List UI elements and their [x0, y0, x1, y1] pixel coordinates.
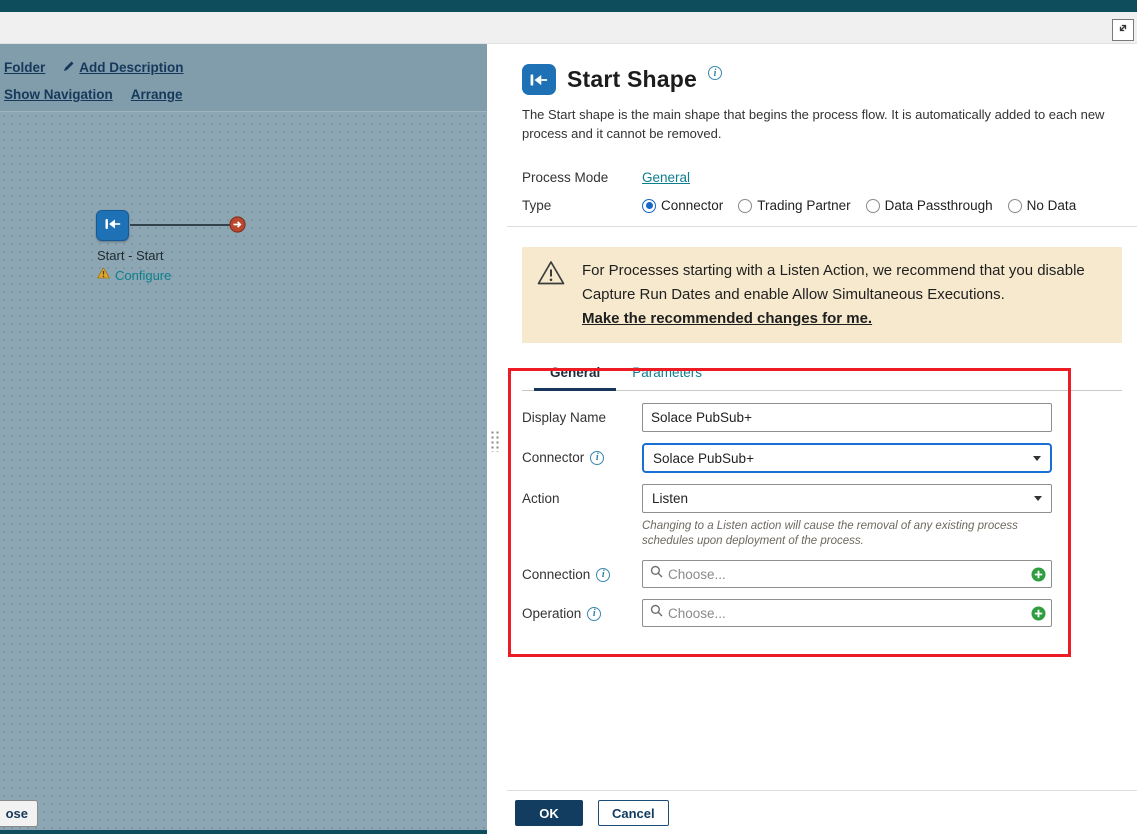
display-name-input[interactable]: [642, 403, 1052, 432]
operation-chooser[interactable]: Choose...: [642, 599, 1052, 627]
warning-triangle-icon: [536, 259, 566, 291]
pencil-icon: [63, 60, 75, 75]
shape-description: The Start shape is the main shape that b…: [522, 105, 1110, 143]
radio-button-icon: [738, 199, 752, 213]
connection-chooser[interactable]: Choose...: [642, 560, 1052, 588]
process-canvas: Folder Add Description Show Navigation A…: [0, 44, 487, 830]
listen-warning-banner: For Processes starting with a Listen Act…: [522, 247, 1122, 343]
page-title: Start Shape: [567, 64, 697, 95]
connector-shape-icon: [105, 217, 121, 235]
operation-info-icon[interactable]: [587, 607, 601, 621]
top-title-bar: [0, 0, 1137, 12]
connector-label: Connector: [522, 443, 642, 465]
radio-button-icon: [866, 199, 880, 213]
add-connection-button[interactable]: [1031, 567, 1046, 582]
radio-connector-label: Connector: [661, 198, 723, 213]
make-changes-link[interactable]: Make the recommended changes for me.: [582, 307, 1104, 331]
warning-text: For Processes starting with a Listen Act…: [582, 259, 1104, 331]
connection-info-icon[interactable]: [596, 568, 610, 582]
app-window: Folder Add Description Show Navigation A…: [0, 0, 1137, 836]
radio-no-data[interactable]: No Data: [1008, 198, 1077, 213]
radio-trading-partner-label: Trading Partner: [757, 198, 850, 213]
type-label: Type: [522, 198, 642, 213]
configure-link[interactable]: Configure: [115, 268, 171, 283]
connector-select-value: Solace PubSub+: [653, 451, 754, 466]
section-divider: [507, 226, 1137, 227]
display-name-label: Display Name: [522, 403, 642, 425]
search-icon: [650, 604, 663, 622]
radio-button-icon: [642, 199, 656, 213]
node-label: Start - Start: [97, 248, 163, 263]
operation-placeholder: Choose...: [668, 606, 726, 621]
ok-button[interactable]: OK: [515, 800, 583, 826]
connection-label: Connection: [522, 560, 642, 582]
chevron-down-icon: [1033, 456, 1041, 461]
dialog-footer: OK Cancel: [507, 790, 1137, 836]
radio-data-passthrough[interactable]: Data Passthrough: [866, 198, 993, 213]
panel-header: Start Shape: [522, 64, 1122, 95]
folder-link[interactable]: Folder: [4, 60, 45, 75]
tab-parameters[interactable]: Parameters: [616, 365, 718, 391]
arrange-label: Arrange: [131, 87, 183, 102]
tab-general[interactable]: General: [534, 365, 616, 391]
type-row: Type Connector Trading Partner Data Pass…: [522, 198, 1122, 213]
arrange-link[interactable]: Arrange: [131, 87, 183, 102]
folder-link-label: Folder: [4, 60, 45, 75]
close-button[interactable]: ose: [0, 800, 38, 827]
process-mode-row: Process Mode General: [522, 170, 1122, 185]
arrow-circle-icon[interactable]: [229, 216, 246, 233]
connector-select[interactable]: Solace PubSub+: [642, 443, 1052, 473]
expand-panel-button[interactable]: [1112, 19, 1134, 41]
toolbar-strip: [0, 12, 1137, 44]
action-select[interactable]: Listen: [642, 484, 1052, 513]
start-shape-node[interactable]: [96, 210, 129, 241]
show-navigation-label: Show Navigation: [4, 87, 113, 102]
type-radio-group: Connector Trading Partner Data Passthrou…: [642, 198, 1076, 213]
add-description-link[interactable]: Add Description: [63, 60, 183, 75]
cancel-button[interactable]: Cancel: [598, 800, 669, 826]
warning-triangle-icon: [97, 266, 110, 284]
action-note: Changing to a Listen action will cause t…: [642, 519, 1042, 549]
start-shape-panel: Start Shape The Start shape is the main …: [507, 44, 1137, 836]
connector-info-icon[interactable]: [590, 451, 604, 465]
connector-row: Connector Solace PubSub+: [522, 443, 1122, 473]
node-configure-row: Configure: [97, 266, 171, 284]
expand-diagonal-icon: [1116, 21, 1130, 40]
connection-row: Connection Choose...: [522, 560, 1122, 588]
canvas-toolbar: Folder Add Description Show Navigation A…: [0, 44, 487, 112]
operation-row: Operation Choose...: [522, 599, 1122, 627]
add-description-label: Add Description: [79, 60, 183, 75]
action-row: Action Listen Changing to a Listen actio…: [522, 484, 1122, 549]
radio-data-passthrough-label: Data Passthrough: [885, 198, 993, 213]
connector-line: [130, 224, 230, 226]
warning-message: For Processes starting with a Listen Act…: [582, 262, 1085, 303]
radio-trading-partner[interactable]: Trading Partner: [738, 198, 850, 213]
tab-bar: General Parameters: [522, 365, 1122, 391]
add-operation-button[interactable]: [1031, 606, 1046, 621]
process-mode-link[interactable]: General: [642, 170, 690, 185]
radio-no-data-label: No Data: [1027, 198, 1077, 213]
display-name-row: Display Name: [522, 403, 1122, 432]
connection-placeholder: Choose...: [668, 567, 726, 582]
canvas-bottom-bar: [0, 830, 487, 834]
radio-button-icon: [1008, 199, 1022, 213]
radio-connector[interactable]: Connector: [642, 198, 723, 213]
show-navigation-link[interactable]: Show Navigation: [4, 87, 113, 102]
process-mode-label: Process Mode: [522, 170, 642, 185]
general-form: Display Name Connector Solace PubSub+: [522, 403, 1122, 627]
chevron-down-icon: [1034, 496, 1042, 501]
splitter-grip-icon[interactable]: [489, 429, 500, 452]
connector-shape-icon: [522, 64, 556, 95]
search-icon: [650, 565, 663, 583]
operation-label: Operation: [522, 599, 642, 621]
title-info-icon[interactable]: [708, 66, 722, 80]
action-label: Action: [522, 484, 642, 506]
action-select-value: Listen: [652, 491, 688, 506]
